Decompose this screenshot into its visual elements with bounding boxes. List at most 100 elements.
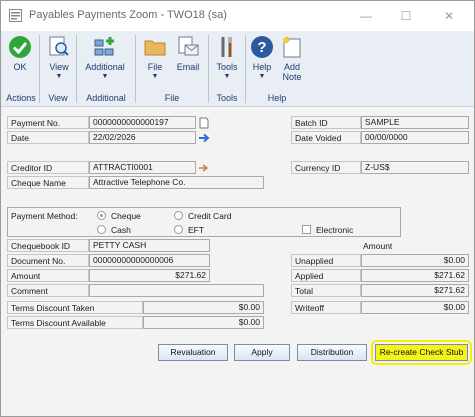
ribbon-separator: [76, 35, 77, 103]
date-field[interactable]: 22/02/2026: [89, 131, 196, 144]
payment-method-group: Payment Method: Cheque Cash Credit Card …: [7, 207, 401, 237]
help-button[interactable]: ? Help ▼: [249, 35, 275, 81]
lookup-icon[interactable]: [198, 162, 210, 174]
file-button[interactable]: File ▼: [141, 35, 169, 81]
writeoff-field[interactable]: $0.00: [361, 301, 469, 314]
date-voided-field[interactable]: 00/00/0000: [361, 131, 469, 144]
ok-button[interactable]: OK: [7, 35, 33, 73]
radio-eft[interactable]: [174, 225, 183, 234]
group-label-additional: Additional: [86, 93, 126, 103]
apply-button[interactable]: Apply: [234, 344, 290, 361]
applied-field[interactable]: $271.62: [361, 269, 469, 282]
payment-no-field[interactable]: 0000000000000197: [89, 116, 196, 129]
group-label-file: File: [164, 93, 180, 103]
terms-available-field[interactable]: $0.00: [143, 316, 264, 329]
chevron-down-icon: ▼: [223, 73, 231, 80]
terms-taken-label: Terms Discount Taken: [7, 301, 143, 314]
radio-credit-card-label: Credit Card: [188, 211, 232, 221]
radio-credit-card[interactable]: [174, 211, 183, 220]
tools-icon: [221, 37, 232, 57]
svg-text:?: ?: [257, 39, 266, 56]
creditor-id-field[interactable]: ATTRACTI0001: [89, 161, 196, 174]
total-field[interactable]: $271.62: [361, 284, 469, 297]
radio-cheque[interactable]: [97, 211, 106, 220]
terms-taken-field[interactable]: $0.00: [143, 301, 264, 314]
document-icon[interactable]: [198, 117, 210, 129]
recreate-check-stub-button[interactable]: Re-create Check Stub: [375, 344, 468, 361]
additional-label: Additional: [85, 62, 125, 72]
chevron-down-icon: ▼: [101, 73, 109, 80]
ribbon-separator: [245, 35, 246, 103]
help-icon: ?: [251, 36, 273, 58]
revaluation-button[interactable]: Revaluation: [158, 344, 228, 361]
unapplied-label: Unapplied: [291, 254, 361, 267]
chevron-down-icon: ▼: [151, 73, 159, 80]
note-icon: [283, 36, 301, 58]
add-note-label: Add Note: [282, 62, 302, 82]
batch-id-label: Batch ID: [291, 116, 361, 129]
payment-method-label: Payment Method:: [11, 211, 78, 221]
terms-available-label: Terms Discount Available: [7, 316, 143, 329]
currency-id-label: Currency ID: [291, 161, 361, 174]
cheque-name-label: Cheque Name: [7, 176, 89, 189]
email-button[interactable]: Email: [173, 35, 203, 73]
ribbon-separator: [135, 35, 136, 103]
form-body: Payment No. 0000000000000197 Date 22/02/…: [1, 108, 474, 416]
document-no-field[interactable]: 00000000000000006: [89, 254, 210, 267]
distribution-button[interactable]: Distribution: [297, 344, 367, 361]
chequebook-id-field[interactable]: PETTY CASH: [89, 239, 210, 252]
radio-cash[interactable]: [97, 225, 106, 234]
amount-field[interactable]: $271.62: [89, 269, 210, 282]
payment-no-label: Payment No.: [7, 116, 89, 129]
total-label: Total: [291, 284, 361, 297]
email-label: Email: [176, 62, 200, 72]
email-icon: [178, 36, 199, 56]
check-icon: [9, 36, 31, 58]
payables-payments-zoom-window: Payables Payments Zoom - TWO18 (sa) — ☐ …: [0, 0, 475, 417]
ok-label: OK: [13, 62, 27, 72]
title-bar: Payables Payments Zoom - TWO18 (sa) — ☐ …: [1, 1, 474, 31]
file-label: File: [147, 62, 163, 72]
view-button[interactable]: View ▼: [45, 35, 73, 81]
chequebook-id-label: Chequebook ID: [7, 239, 89, 252]
group-label-actions: Actions: [6, 93, 36, 103]
app-icon: [9, 9, 22, 22]
chevron-down-icon: ▼: [258, 73, 266, 80]
folder-icon: [144, 40, 166, 56]
ribbon-separator: [39, 35, 40, 103]
comment-label: Comment: [7, 284, 89, 297]
radio-eft-label: EFT: [188, 225, 205, 235]
electronic-label: Electronic: [316, 225, 354, 235]
cheque-name-field[interactable]: Attractive Telephone Co.: [89, 176, 264, 189]
radio-cheque-label: Cheque: [111, 211, 141, 221]
creditor-id-label: Creditor ID: [7, 161, 89, 174]
view-icon: [49, 36, 69, 56]
group-label-help: Help: [267, 93, 287, 103]
view-label: View: [49, 62, 69, 72]
amount-header: Amount: [363, 241, 393, 251]
minimize-button[interactable]: —: [346, 1, 386, 31]
close-icon: ✕: [443, 9, 455, 23]
group-label-view: View: [48, 93, 68, 103]
additional-icon: [94, 37, 114, 56]
add-note-button[interactable]: Add Note: [279, 35, 305, 82]
close-button[interactable]: ✕: [429, 1, 469, 31]
tools-button[interactable]: Tools ▼: [213, 35, 241, 81]
comment-field[interactable]: [89, 284, 264, 297]
batch-id-field[interactable]: SAMPLE: [361, 116, 469, 129]
document-no-label: Document No.: [7, 254, 89, 267]
electronic-checkbox[interactable]: [302, 225, 311, 234]
radio-cash-label: Cash: [111, 225, 131, 235]
applied-label: Applied: [291, 269, 361, 282]
amount-label: Amount: [7, 269, 89, 282]
group-label-tools: Tools: [216, 93, 238, 103]
currency-id-field[interactable]: Z-US$: [361, 161, 469, 174]
writeoff-label: Writeoff: [291, 301, 361, 314]
date-voided-label: Date Voided: [291, 131, 361, 144]
unapplied-field[interactable]: $0.00: [361, 254, 469, 267]
arrow-right-icon[interactable]: [198, 132, 210, 144]
date-label: Date: [7, 131, 89, 144]
maximize-button[interactable]: ☐: [386, 1, 426, 31]
maximize-icon: ☐: [400, 9, 412, 23]
additional-button[interactable]: Additional ▼: [81, 35, 129, 81]
